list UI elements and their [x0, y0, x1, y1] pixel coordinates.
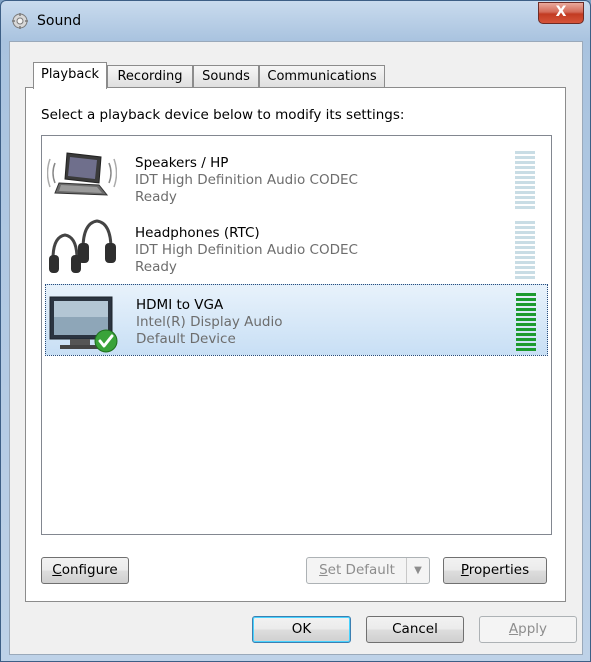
meter-segment — [515, 201, 535, 204]
meter-segment — [515, 161, 535, 164]
properties-button[interactable]: Properties — [443, 557, 547, 584]
meter-segment — [515, 171, 535, 174]
meter-segment — [515, 261, 535, 264]
device-driver: IDT High Definition Audio CODEC — [135, 242, 358, 258]
dialog-body: Playback Recording Sounds Communications… — [9, 41, 583, 655]
tab-recording[interactable]: Recording — [107, 65, 193, 88]
meter-segment — [515, 226, 535, 229]
meter-segment — [515, 236, 535, 239]
meter-segment — [515, 246, 535, 249]
volume-meter — [516, 293, 536, 351]
meter-segment — [515, 231, 535, 234]
window-title: Sound — [37, 13, 82, 29]
device-item-hdmi-to-vga[interactable]: HDMI to VGA Intel(R) Display Audio Defau… — [45, 284, 548, 356]
device-status: Default Device — [136, 331, 236, 347]
meter-segment — [515, 251, 535, 254]
configure-label: Configure — [52, 562, 118, 578]
check-icon — [94, 329, 118, 353]
close-button[interactable]: X — [538, 2, 584, 24]
device-status: Ready — [135, 189, 177, 205]
cancel-button[interactable]: Cancel — [366, 616, 464, 643]
volume-meter — [515, 151, 535, 209]
ok-button[interactable]: OK — [252, 616, 351, 643]
playback-panel: Select a playback device below to modify… — [25, 87, 566, 602]
meter-segment — [515, 156, 535, 159]
playback-device-list[interactable]: Speakers / HP IDT High Definition Audio … — [41, 135, 552, 535]
meter-segment — [515, 276, 535, 279]
meter-segment — [515, 166, 535, 169]
meter-segment — [515, 191, 535, 194]
tab-communications[interactable]: Communications — [259, 65, 385, 88]
device-item-headphones[interactable]: Headphones (RTC) IDT High Definition Aud… — [45, 213, 548, 285]
instruction-text: Select a playback device below to modify… — [41, 107, 405, 123]
meter-segment — [515, 221, 535, 224]
meter-segment — [516, 308, 536, 311]
headphones-icon — [49, 219, 116, 273]
device-status: Ready — [135, 259, 177, 275]
meter-segment — [515, 271, 535, 274]
meter-segment — [516, 303, 536, 306]
meter-segment — [515, 151, 535, 154]
meter-segment — [515, 256, 535, 259]
set-default-button[interactable]: Set Default ▼ — [306, 557, 430, 584]
meter-segment — [516, 333, 536, 336]
volume-meter — [515, 221, 535, 279]
meter-segment — [516, 293, 536, 296]
device-name: Speakers / HP — [135, 155, 229, 171]
chevron-down-icon[interactable]: ▼ — [406, 558, 429, 583]
meter-segment — [516, 318, 536, 321]
meter-segment — [515, 241, 535, 244]
title-bar[interactable]: Sound X — [1, 1, 590, 41]
meter-segment — [515, 181, 535, 184]
device-item-speakers[interactable]: Speakers / HP IDT High Definition Audio … — [45, 143, 548, 215]
sound-dialog: Sound X Playback Recording Sounds Commun… — [0, 0, 591, 662]
meter-segment — [516, 348, 536, 351]
meter-segment — [516, 313, 536, 316]
tab-sounds[interactable]: Sounds — [193, 65, 259, 88]
meter-segment — [516, 328, 536, 331]
device-name: Headphones (RTC) — [135, 225, 260, 241]
device-name: HDMI to VGA — [136, 297, 224, 313]
laptop-speakers-icon — [47, 152, 117, 196]
meter-segment — [516, 298, 536, 301]
meter-segment — [515, 176, 535, 179]
device-driver: IDT High Definition Audio CODEC — [135, 172, 358, 188]
meter-segment — [515, 206, 535, 209]
tab-playback[interactable]: Playback — [33, 62, 107, 89]
set-default-label: Set Default — [319, 562, 395, 578]
meter-segment — [515, 196, 535, 199]
meter-segment — [516, 338, 536, 341]
properties-label: Properties — [460, 562, 530, 578]
device-driver: Intel(R) Display Audio — [136, 314, 283, 330]
apply-button[interactable]: Apply — [479, 616, 577, 643]
meter-segment — [515, 186, 535, 189]
meter-segment — [516, 323, 536, 326]
configure-button[interactable]: Configure — [41, 557, 129, 584]
meter-segment — [516, 343, 536, 346]
meter-segment — [515, 266, 535, 269]
speaker-gear-icon — [12, 13, 28, 29]
